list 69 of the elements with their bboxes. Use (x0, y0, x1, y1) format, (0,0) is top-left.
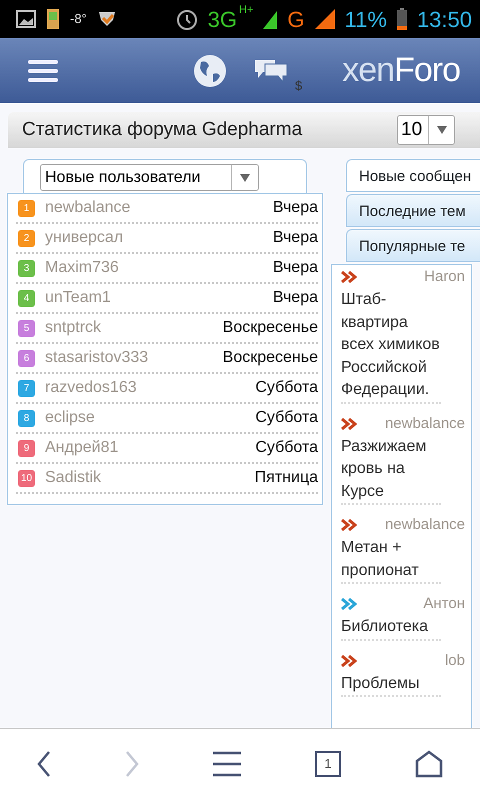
temperature-text: -8° (70, 10, 87, 28)
thread-title[interactable]: Проблемы (341, 672, 441, 695)
network-type-text: H+ (239, 4, 254, 16)
shield-icon (96, 10, 117, 28)
signal-icon (314, 9, 335, 29)
network-text: G (287, 6, 305, 34)
user-link[interactable]: newbalance (45, 196, 273, 220)
user-link[interactable]: sntptrck (45, 316, 223, 340)
author-link[interactable]: newbalance (384, 517, 465, 533)
join-date: Суббота (255, 438, 318, 458)
user-link[interactable]: stasaristov333 (45, 346, 223, 370)
author-link[interactable]: Haron (424, 269, 465, 285)
globe-icon[interactable] (193, 54, 228, 88)
image-icon (16, 10, 36, 28)
join-date: Суббота (255, 378, 318, 398)
caret-icon (436, 126, 446, 134)
join-date: Пятница (254, 468, 318, 488)
thread-title[interactable]: Штаб-квартира всех химиков Российской Федерации. (341, 289, 441, 402)
alarm-icon (176, 8, 198, 30)
user-link[interactable]: универсал (45, 226, 273, 250)
rank-badge: 1 (18, 200, 35, 216)
author-link[interactable]: newbalance (384, 416, 465, 432)
thread-title[interactable]: Метан + пропионат (341, 537, 441, 582)
signal-icon (263, 9, 278, 29)
network-text: 3G (208, 6, 238, 34)
battery-icon (396, 8, 407, 30)
tab[interactable]: Популярные те (346, 229, 480, 262)
rank-badge: 2 (18, 230, 35, 246)
logo[interactable]: xenForo (342, 45, 460, 96)
user-link[interactable]: Maxim736 (45, 256, 273, 280)
rank-badge: 7 (18, 380, 35, 396)
author-link[interactable]: Антон (423, 596, 465, 612)
rank-badge: 10 (18, 470, 35, 486)
user-link[interactable]: razvedos163 (45, 376, 256, 400)
rank-badge: 4 (18, 290, 35, 306)
section-title: Статистика форума Gdepharma (22, 118, 302, 142)
menu-icon[interactable] (28, 58, 58, 82)
caret-icon (240, 174, 250, 182)
count-select[interactable]: 10 (397, 115, 455, 145)
tab[interactable]: Новые сообщен (346, 159, 480, 192)
back-button[interactable] (37, 750, 51, 778)
join-date: Вчера (272, 258, 318, 278)
user-link[interactable]: Андрей81 (45, 436, 256, 460)
rank-badge: 5 (18, 320, 35, 336)
user-link[interactable]: eclipse (45, 406, 256, 430)
tabs-button[interactable]: 1 (315, 750, 341, 776)
join-date: Вчера (272, 198, 318, 218)
battery-text: 11% (344, 6, 387, 34)
rank-badge: 9 (18, 440, 35, 456)
thread-title[interactable]: Разжижаем кровь на Курсе (341, 436, 441, 503)
home-button[interactable] (415, 750, 443, 778)
clock-text: 13:50 (416, 6, 472, 34)
join-date: Воскресенье (222, 318, 318, 338)
user-link[interactable]: unTeam1 (45, 286, 273, 310)
author-link[interactable]: lob (444, 652, 465, 668)
currency-text: $ (295, 76, 302, 95)
tab[interactable]: Последние тем (346, 194, 480, 227)
rank-badge: 6 (18, 350, 35, 366)
rank-badge: 3 (18, 260, 35, 276)
rank-badge: 8 (18, 410, 35, 426)
join-date: Суббота (255, 408, 318, 428)
menu-button[interactable] (213, 750, 241, 776)
join-date: Вчера (272, 288, 318, 308)
join-date: Воскресенье (222, 348, 318, 368)
app-icon (46, 8, 60, 30)
user-link[interactable]: Sadistik (45, 466, 255, 490)
join-date: Вчера (272, 228, 318, 248)
thread-title[interactable]: Библиотека (341, 616, 441, 638)
users-select[interactable]: Новые пользователи (40, 164, 259, 191)
